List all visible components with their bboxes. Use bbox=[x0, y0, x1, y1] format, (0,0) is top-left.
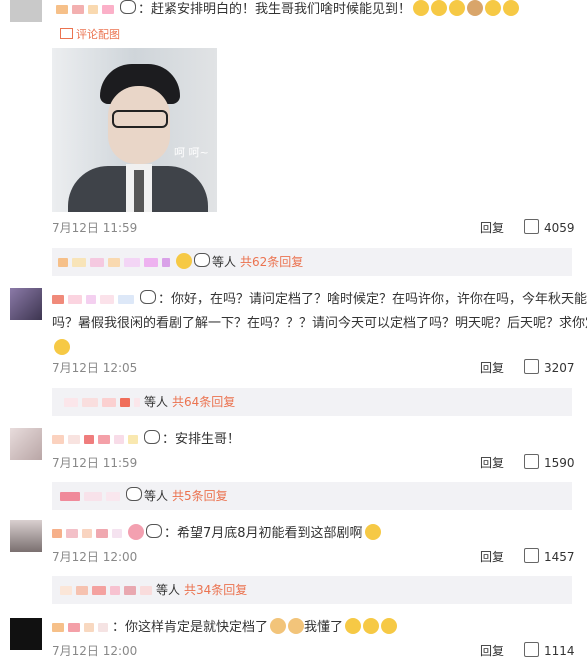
reply-button[interactable]: 回复 bbox=[480, 219, 504, 236]
reply-button[interactable]: 回复 bbox=[480, 548, 504, 565]
comment-text-row: ：安排生哥！ bbox=[52, 430, 240, 450]
comment-text: ：赶紧安排明白的！我生哥我们啥时候能见到！ bbox=[138, 2, 412, 17]
reply-count-link[interactable]: 共64条回复 bbox=[172, 395, 235, 409]
like-count: 1457 bbox=[544, 550, 575, 564]
avatar[interactable] bbox=[10, 428, 42, 460]
panda-emoji-icon bbox=[120, 0, 136, 14]
like-count: 3207 bbox=[544, 361, 575, 375]
thumbs-up-icon bbox=[524, 219, 539, 234]
face-emoji-icon bbox=[270, 618, 287, 634]
comment-text-row: ：你好，在吗？请问定档了？啥时候定？在吗许你，许你在吗，今年秋天能定 bbox=[52, 290, 587, 310]
comment-time: 7月12日 12:00 bbox=[52, 550, 138, 564]
comment-text: ：安排生哥！ bbox=[162, 432, 241, 447]
dog-emoji-icon bbox=[467, 0, 484, 16]
like-button[interactable]: 3207 bbox=[524, 359, 575, 375]
panda-emoji-icon bbox=[146, 524, 162, 538]
comment-text-row: ：你这样肯定是就快定档了 我懂了 bbox=[52, 618, 398, 638]
like-count: 4059 bbox=[544, 221, 575, 235]
reply-button[interactable]: 回复 bbox=[480, 359, 504, 376]
shocked-emoji-icon bbox=[364, 524, 381, 540]
hand-emoji-icon bbox=[176, 253, 192, 269]
reply-button[interactable]: 回复 bbox=[480, 642, 504, 659]
comment-text-row: ：希望7月底8月初能看到这部剧啊 bbox=[52, 524, 381, 544]
like-button[interactable]: 1457 bbox=[524, 548, 575, 564]
image-caption: 呵 呵~ bbox=[174, 146, 209, 159]
panda-emoji-icon bbox=[144, 430, 160, 444]
doge-emoji-icon bbox=[485, 0, 502, 16]
comment-text-suffix: 我懂了 bbox=[304, 620, 344, 635]
laugh-emoji-icon bbox=[449, 0, 466, 16]
avatar[interactable] bbox=[10, 618, 42, 650]
comment-time: 7月12日 12:05 bbox=[52, 361, 138, 375]
glasses-icon bbox=[112, 110, 168, 128]
comment-text: ：你好，在吗？请问定档了？啥时候定？在吗许你，许你在吗，今年秋天能定 bbox=[158, 292, 587, 307]
comment-text: ：希望7月底8月初能看到这部剧啊 bbox=[164, 526, 363, 541]
like-count: 1590 bbox=[544, 456, 575, 470]
reply-count-link[interactable]: 共62条回复 bbox=[240, 255, 303, 269]
reply-button[interactable]: 回复 bbox=[480, 454, 504, 471]
thumbs-up-icon bbox=[524, 642, 539, 657]
avatar[interactable] bbox=[10, 520, 42, 552]
doge-emoji-icon bbox=[381, 618, 398, 634]
thumbs-up-icon bbox=[524, 454, 539, 469]
doge-emoji-icon bbox=[503, 0, 520, 16]
panda-emoji-icon bbox=[140, 290, 156, 304]
photo-person-tie bbox=[134, 170, 144, 212]
comment-time: 7月12日 11:59 bbox=[52, 221, 138, 235]
comment-text-row: ：赶紧安排明白的！我生哥我们啥时候能见到！ bbox=[56, 0, 520, 20]
image-icon bbox=[60, 28, 73, 39]
panda-emoji-icon bbox=[126, 487, 142, 501]
photo-link[interactable]: 评论配图 bbox=[60, 26, 120, 42]
like-button[interactable]: 4059 bbox=[524, 219, 575, 235]
panda-emoji-icon bbox=[194, 253, 210, 267]
replies-summary[interactable]: 等人 共64条回复 bbox=[52, 388, 572, 416]
comment-text: ：你这样肯定是就快定档了 bbox=[112, 620, 269, 635]
avatar[interactable] bbox=[10, 0, 42, 22]
comment-text-row: 吗？暑假我很闲的看剧了解一下？在吗？？？请问今天可以定档了吗？明天呢？后天呢？求… bbox=[52, 316, 587, 331]
doge-emoji-icon bbox=[363, 618, 380, 634]
replies-summary[interactable]: 等人 共34条回复 bbox=[52, 576, 572, 604]
avatar[interactable] bbox=[10, 288, 42, 320]
thumbs-up-icon bbox=[524, 359, 539, 374]
comment-time: 7月12日 12:00 bbox=[52, 644, 138, 658]
comment-time: 7月12日 11:59 bbox=[52, 456, 138, 470]
comment-image[interactable]: 呵 呵~ bbox=[52, 48, 217, 212]
like-count: 1114 bbox=[544, 644, 575, 658]
thumbs-up-icon bbox=[524, 548, 539, 563]
reply-count-link[interactable]: 共34条回复 bbox=[184, 583, 247, 597]
laugh-emoji-icon bbox=[431, 0, 448, 16]
reply-count-link[interactable]: 共5条回复 bbox=[172, 489, 228, 503]
shocked-emoji-icon bbox=[54, 339, 70, 355]
replies-summary[interactable]: 等人 共62条回复 bbox=[52, 248, 572, 276]
flower-emoji-icon bbox=[128, 524, 144, 540]
like-button[interactable]: 1114 bbox=[524, 642, 575, 658]
like-button[interactable]: 1590 bbox=[524, 454, 575, 470]
doge-emoji-icon bbox=[345, 618, 362, 634]
replies-summary[interactable]: 等人 共5条回复 bbox=[52, 482, 572, 510]
laugh-emoji-icon bbox=[413, 0, 430, 16]
face-emoji-icon bbox=[288, 618, 305, 634]
